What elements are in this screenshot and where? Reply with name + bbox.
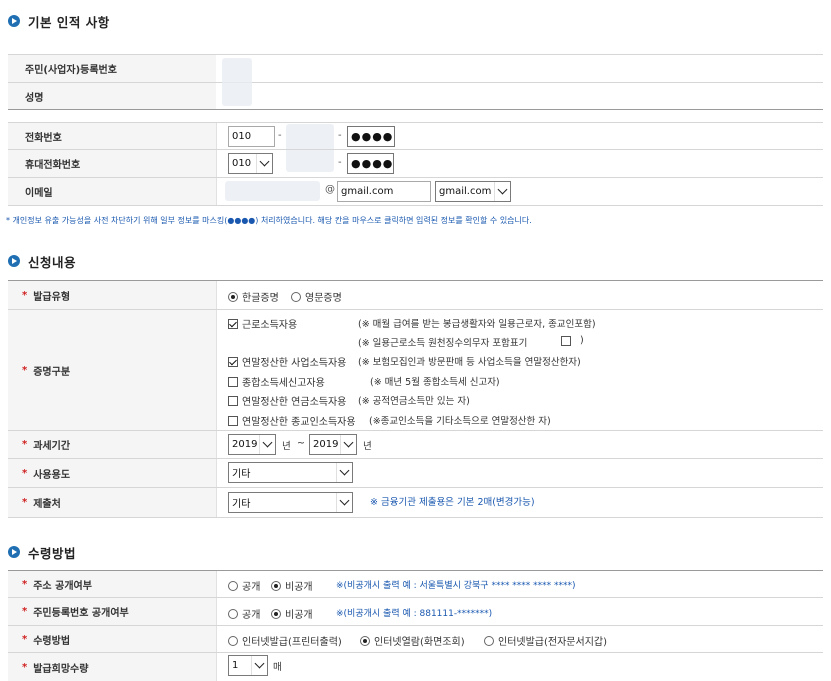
year-unit: 년 (363, 441, 372, 452)
submit-note: ※ 금융기관 제출용은 기본 2매(변경가능) (370, 497, 535, 508)
rrn-note: ※(비공개시 출력 예 : 881111-*******) (336, 609, 493, 619)
radio-selected-icon (271, 580, 281, 591)
radio-icon (228, 580, 238, 591)
column-separator (216, 571, 217, 681)
submit-to-label: * 제출처 (8, 488, 216, 517)
receive-method-label: * 수령방법 (8, 626, 216, 652)
purpose-label: * 사용용도 (8, 459, 216, 487)
issue-count-label: * 발급희망수량 (8, 653, 216, 681)
address-public-radio[interactable]: 공개 (228, 578, 260, 593)
purpose-select[interactable]: 기타 (228, 462, 353, 483)
issue-type-english-radio[interactable]: 영문증명 (291, 289, 342, 304)
divider (8, 109, 823, 110)
checkbox-checked-icon (228, 318, 238, 329)
section-title-basic: 기본 인적 사항 (8, 14, 110, 30)
period-label: * 과세기간 (8, 431, 216, 458)
email-label: 이메일 (8, 178, 216, 205)
year-unit: 년 (282, 441, 291, 452)
rrn-label: 주민(사업자)등록번호 (8, 55, 216, 82)
phone-first-input[interactable]: 010 (228, 126, 275, 147)
privacy-note: * 개인정보 유출 가능성을 사전 차단하기 위해 일부 정보를 마스킹(●●●… (6, 216, 532, 225)
checkbox-icon (228, 395, 238, 406)
section-title-apply: 신청내용 (8, 254, 76, 270)
radio-icon (228, 608, 238, 619)
column-separator (216, 123, 217, 205)
bullet-arrow-icon (8, 15, 20, 27)
cert-option-pension[interactable]: 연말정산한 연금소득자용 (228, 393, 346, 408)
method-wallet-radio[interactable]: 인터넷발급(전자문서지갑) (484, 633, 607, 648)
chevron-down-icon (336, 463, 352, 482)
checkbox-icon (228, 376, 238, 387)
mobile-first-select[interactable]: 010 (228, 153, 273, 174)
chevron-down-icon (336, 493, 352, 512)
checkbox-checked-icon (228, 356, 238, 367)
mobile-label: 휴대전화번호 (8, 150, 216, 177)
cert-type-label: * 증명구분 (8, 310, 216, 430)
submit-to-select[interactable]: 기타 (228, 492, 353, 513)
daily-worker-checkbox[interactable] (561, 336, 571, 346)
rrn-private-radio[interactable]: 비공개 (271, 606, 313, 621)
period-to-select[interactable]: 2019 (309, 434, 357, 455)
cert-option-note: (※종교인소득을 기타소득으로 연말정산한 자) (369, 416, 551, 427)
cert-option-global-income[interactable]: 종합소득세신고자용 (228, 374, 325, 389)
mobile-last-input[interactable]: ●●●● (347, 153, 394, 174)
email-domain-select[interactable]: gmail.com (435, 181, 511, 202)
issue-count-select[interactable]: 1 (228, 655, 268, 676)
section-title-receive: 수령방법 (8, 545, 76, 561)
masked-email-id[interactable] (225, 181, 320, 201)
issue-type-label: * 발급유형 (8, 281, 216, 309)
address-note: ※(비공개시 출력 예 : 서울특별시 강북구 **** **** **** *… (336, 581, 576, 591)
bullet-arrow-icon (8, 546, 20, 558)
address-private-radio[interactable]: 비공개 (271, 578, 313, 593)
radio-selected-icon (360, 635, 370, 646)
chevron-down-icon (494, 182, 510, 201)
name-label: 성명 (8, 83, 216, 109)
bullet-arrow-icon (8, 255, 20, 267)
cert-option-religious[interactable]: 연말정산한 종교인소득자용 (228, 413, 356, 428)
radio-selected-icon (271, 608, 281, 619)
dash-separator: - (278, 130, 282, 141)
dash-separator: - (338, 130, 342, 141)
chevron-down-icon (256, 154, 272, 173)
tilde: ~ (297, 438, 305, 449)
column-separator (216, 281, 217, 517)
masked-phone-middle[interactable] (286, 124, 334, 172)
cert-option-note: (※ 일용근로소득 원천징수의무자 포함표기 (358, 338, 528, 349)
dash-separator: - (338, 157, 342, 168)
checkbox-icon (228, 415, 238, 426)
cert-option-note: (※ 보험모집인과 방문판매 등 사업소득을 연말정산한자) (358, 357, 581, 368)
paren-close: ) (580, 335, 584, 346)
method-view-radio[interactable]: 인터넷열람(화면조회) (360, 633, 465, 648)
radio-icon (291, 291, 301, 302)
divider (8, 517, 823, 518)
cert-option-business-income[interactable]: 연말정산한 사업소득자용 (228, 354, 346, 369)
rrn-public-radio[interactable]: 공개 (228, 606, 260, 621)
count-unit: 매 (273, 662, 282, 673)
address-public-label: * 주소 공개여부 (8, 571, 216, 597)
chevron-down-icon (340, 435, 356, 454)
cert-option-note: (※ 공적연금소득만 있는 자) (358, 396, 470, 407)
phone-label: 전화번호 (8, 123, 216, 149)
radio-selected-icon (228, 291, 238, 302)
rrn-public-label: * 주민등록번호 공개여부 (8, 598, 216, 625)
issue-type-korean-radio[interactable]: 한글증명 (228, 289, 279, 304)
divider (8, 205, 823, 206)
chevron-down-icon (259, 435, 275, 454)
radio-icon (228, 635, 238, 646)
phone-last-input[interactable]: ●●●● (347, 126, 395, 147)
email-domain-input[interactable]: gmail.com (337, 181, 431, 202)
masked-value (222, 58, 252, 106)
radio-icon (484, 635, 494, 646)
at-sign: @ (325, 184, 335, 195)
cert-option-earned-income[interactable]: 근로소득자용 (228, 316, 297, 331)
cert-option-note: (※ 매년 5월 종합소득세 신고자) (370, 377, 500, 388)
method-print-radio[interactable]: 인터넷발급(프린터출력) (228, 633, 342, 648)
period-from-select[interactable]: 2019 (228, 434, 276, 455)
cert-option-note: (※ 매월 급여를 받는 봉급생활자와 일용근로자, 종교인포함) (358, 319, 596, 330)
chevron-down-icon (251, 656, 267, 675)
